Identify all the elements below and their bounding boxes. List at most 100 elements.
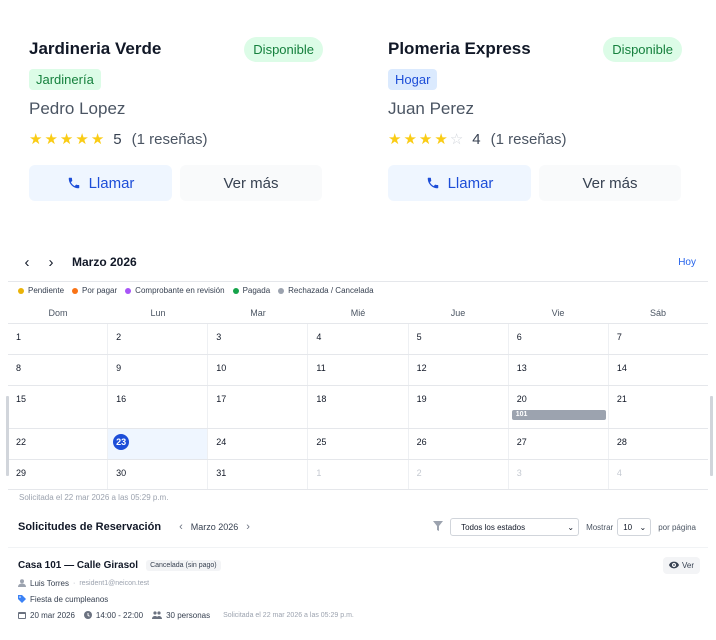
day-number: 5 [416, 332, 422, 342]
calendar-day[interactable]: 18 [308, 386, 409, 428]
reservations-toolbar: Solicitudes de Reservación ‹ Marzo 2026 … [18, 518, 700, 536]
today-day-number: 23 [113, 434, 130, 450]
calendar-week: 1 2 3 4 5 6 7 [8, 324, 708, 355]
calendar-day[interactable]: 29 [8, 460, 109, 489]
reservation-event: Fiesta de cumpleanos [30, 594, 109, 604]
calendar-day[interactable]: 2 [108, 324, 209, 354]
next-month-icon[interactable]: › [246, 521, 250, 533]
divider [8, 281, 708, 282]
calendar-day[interactable]: 30 [108, 460, 209, 489]
calendar-day[interactable]: 25 [308, 429, 409, 459]
calendar-icon [18, 611, 26, 619]
next-month-icon[interactable]: › [44, 254, 58, 271]
today-button[interactable]: Hoy [678, 257, 696, 268]
status-filter-select[interactable]: Todos los estados ⌄ [450, 518, 580, 536]
calendar-day[interactable]: 5 [409, 324, 509, 354]
provider-card: Plomeria Express Disponible Hogar Juan P… [388, 36, 682, 201]
calendar-day[interactable]: 26 [409, 429, 509, 459]
legend-label: Comprobante en revisión [135, 286, 225, 295]
calendar-day[interactable]: 21 [609, 386, 708, 428]
eye-icon [668, 561, 679, 569]
weekday-label: Mié [350, 308, 366, 318]
call-button[interactable]: Llamar [29, 165, 172, 201]
calendar-day[interactable]: 14 [609, 355, 708, 385]
calendar-week: 22 23 24 25 26 27 28 [8, 429, 708, 460]
call-label: Llamar [88, 174, 135, 192]
calendar-day[interactable]: 20 101 [509, 386, 609, 428]
calendar-day[interactable]: 4 [609, 460, 708, 489]
calendar-month-label: Marzo 2026 [72, 255, 137, 269]
status-badge: Disponible [603, 36, 682, 62]
separator: · [72, 579, 76, 587]
show-label: Mostrar [586, 522, 614, 532]
page-size-value: 10 [623, 522, 633, 532]
calendar-day[interactable]: 24 [208, 429, 309, 459]
day-number: 21 [616, 394, 627, 404]
scrollbar[interactable] [6, 396, 9, 476]
calendar-day[interactable]: 12 [409, 355, 509, 385]
day-number: 30 [116, 468, 127, 478]
calendar-day[interactable]: 6 [509, 324, 609, 354]
view-more-button[interactable]: Ver más [180, 165, 322, 201]
day-number: 18 [316, 394, 327, 404]
view-button[interactable]: Ver [662, 556, 700, 574]
legend-label: Rechazada / Cancelada [288, 286, 374, 295]
calendar-day[interactable]: 8 [8, 355, 109, 385]
day-number: 10 [216, 363, 227, 373]
day-number: 4 [316, 332, 322, 342]
star-icon: ★ [418, 130, 433, 148]
calendar-day[interactable]: 31 [208, 460, 309, 489]
prev-month-icon[interactable]: ‹ [20, 254, 34, 271]
rating-value: 5 [113, 130, 122, 148]
call-button[interactable]: Llamar [388, 165, 531, 201]
people-icon [152, 611, 163, 619]
day-number: 4 [616, 468, 622, 478]
calendar-event[interactable]: 101 [511, 410, 606, 420]
calendar-grid: Dom Lun Mar Mié Jue Vie Sáb 1 2 3 4 5 6 7 8 9 10 11 12 13 1… [8, 302, 708, 490]
calendar-day[interactable]: 3 [509, 460, 609, 489]
view-more-button[interactable]: Ver más [539, 165, 681, 201]
legend-label: Pagada [242, 286, 271, 295]
calendar-day[interactable]: 13 [509, 355, 609, 385]
day-number: 27 [516, 437, 527, 447]
calendar-day[interactable]: 17 [208, 386, 309, 428]
reservation-time: 14:00 - 22:00 [95, 610, 144, 620]
calendar-day[interactable]: 4 [308, 324, 409, 354]
view-label: Ver [681, 560, 694, 570]
prev-month-icon[interactable]: ‹ [179, 521, 183, 533]
reviews-count: (1 reseñas) [131, 130, 208, 148]
scrollbar[interactable] [710, 396, 713, 476]
calendar-day[interactable]: 3 [208, 324, 309, 354]
provider-title: Jardineria Verde [29, 39, 162, 58]
page-size-select[interactable]: 10 ⌄ [617, 518, 652, 536]
calendar-day[interactable]: 16 [108, 386, 209, 428]
day-number: 3 [216, 332, 222, 342]
calendar-day[interactable]: 10 [208, 355, 309, 385]
reservation-user: Luis Torres [30, 578, 69, 588]
calendar-day[interactable]: 28 [609, 429, 708, 459]
reservations-month: Marzo 2026 [190, 522, 239, 532]
day-number: 1 [16, 332, 22, 342]
calendar-week: 8 9 10 11 12 13 14 [8, 355, 708, 386]
calendar-day[interactable]: 11 [308, 355, 409, 385]
weekday-header: Dom Lun Mar Mié Jue Vie Sáb [8, 302, 708, 324]
star-icon: ★ [403, 130, 417, 148]
calendar-day[interactable]: 1 [8, 324, 109, 354]
calendar-day[interactable]: 23 [108, 429, 209, 459]
provider-card: Jardineria Verde Disponible Jardinería P… [29, 36, 323, 201]
calendar-footnote: Solicitada el 22 mar 2026 a las 05:29 p.… [19, 493, 169, 502]
calendar-day[interactable]: 1 [308, 460, 409, 489]
day-number: 2 [416, 468, 422, 478]
category-badge: Hogar [388, 69, 438, 90]
calendar-day[interactable]: 15 [8, 386, 109, 428]
calendar-day[interactable]: 19 [409, 386, 509, 428]
calendar-day[interactable]: 7 [609, 324, 708, 354]
star-icon: ☆ [449, 130, 464, 148]
legend-dot-icon [232, 287, 239, 294]
day-number: 22 [16, 437, 27, 447]
calendar-day[interactable]: 27 [509, 429, 609, 459]
day-number: 29 [16, 468, 27, 478]
calendar-day[interactable]: 9 [108, 355, 209, 385]
calendar-day[interactable]: 22 [8, 429, 109, 459]
calendar-day[interactable]: 2 [409, 460, 509, 489]
